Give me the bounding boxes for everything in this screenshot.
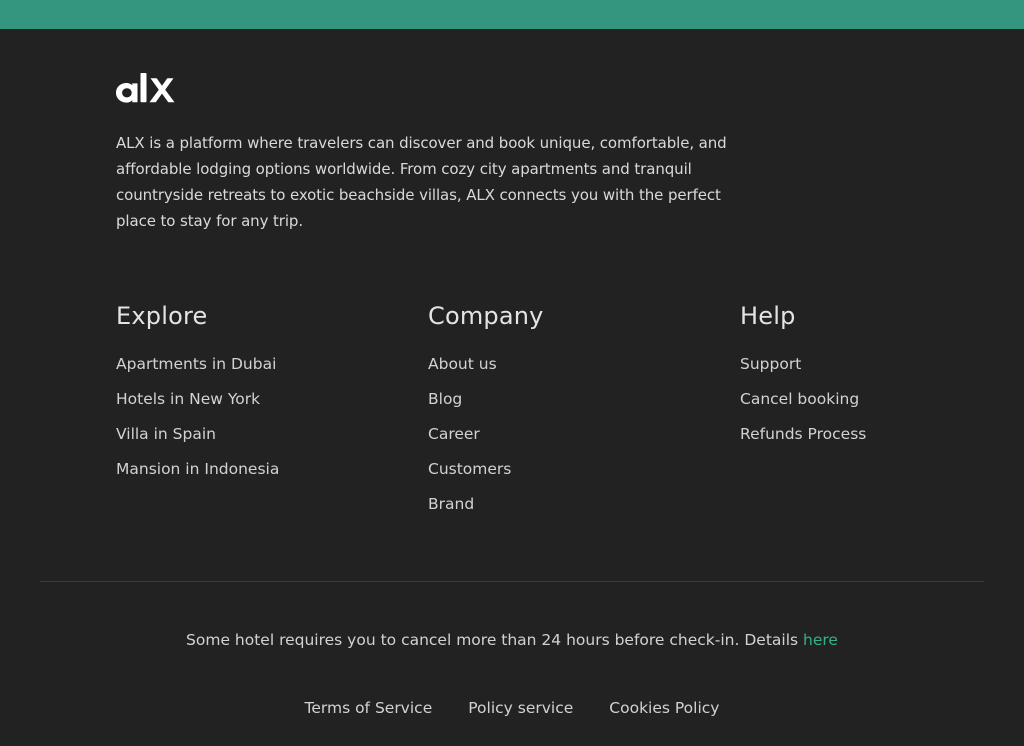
footer-divider bbox=[40, 581, 984, 582]
list-item: Career bbox=[428, 424, 544, 459]
explore-links: Apartments in Dubai Hotels in New York V… bbox=[116, 354, 279, 494]
footer-about-text: ALX is a platform where travelers can di… bbox=[116, 134, 727, 230]
link-apartments-dubai[interactable]: Apartments in Dubai bbox=[116, 355, 276, 373]
column-heading-help: Help bbox=[740, 302, 796, 330]
company-links: About us Blog Career Customers Brand bbox=[428, 354, 544, 529]
link-terms-of-service[interactable]: Terms of Service bbox=[305, 698, 433, 718]
list-item: Cancel booking bbox=[740, 389, 866, 424]
link-refunds-process[interactable]: Refunds Process bbox=[740, 425, 866, 443]
list-item: About us bbox=[428, 354, 544, 389]
link-villa-spain[interactable]: Villa in Spain bbox=[116, 425, 216, 443]
list-item: Mansion in Indonesia bbox=[116, 459, 279, 494]
footer-column-help: Help Support Cancel booking Refunds Proc… bbox=[740, 300, 866, 459]
link-cookies-policy[interactable]: Cookies Policy bbox=[609, 698, 719, 718]
list-item: Refunds Process bbox=[740, 424, 866, 459]
list-item: Hotels in New York bbox=[116, 389, 279, 424]
link-policy-service[interactable]: Policy service bbox=[468, 698, 573, 718]
link-mansion-indonesia[interactable]: Mansion in Indonesia bbox=[116, 460, 279, 478]
footer-column-company: Company About us Blog Career Customers B… bbox=[428, 300, 544, 529]
logo-letter-x bbox=[149, 78, 175, 103]
logo-letter-l bbox=[140, 73, 147, 103]
list-item: Blog bbox=[428, 389, 544, 424]
footer-column-explore: Explore Apartments in Dubai Hotels in Ne… bbox=[116, 300, 279, 494]
column-heading-company: Company bbox=[428, 302, 544, 330]
link-career[interactable]: Career bbox=[428, 425, 480, 443]
cancellation-notice: Some hotel requires you to cancel more t… bbox=[0, 630, 1024, 650]
list-item: Apartments in Dubai bbox=[116, 354, 279, 389]
link-customers[interactable]: Customers bbox=[428, 460, 511, 478]
link-hotels-new-york[interactable]: Hotels in New York bbox=[116, 390, 260, 408]
list-item: Support bbox=[740, 354, 866, 389]
list-item: Brand bbox=[428, 494, 544, 529]
link-cancel-booking[interactable]: Cancel booking bbox=[740, 390, 859, 408]
link-about-us[interactable]: About us bbox=[428, 355, 497, 373]
list-item: Customers bbox=[428, 459, 544, 494]
legal-links: Terms of Service Policy service Cookies … bbox=[0, 698, 1024, 718]
link-brand[interactable]: Brand bbox=[428, 495, 474, 513]
column-heading-explore: Explore bbox=[116, 302, 208, 330]
help-links: Support Cancel booking Refunds Process bbox=[740, 354, 866, 459]
alx-logo[interactable] bbox=[116, 73, 176, 104]
notice-text: Some hotel requires you to cancel more t… bbox=[186, 631, 804, 649]
top-accent-bar bbox=[0, 0, 1024, 29]
link-support[interactable]: Support bbox=[740, 355, 801, 373]
list-item: Villa in Spain bbox=[116, 424, 279, 459]
notice-details-link[interactable]: here bbox=[803, 631, 838, 649]
logo-letter-a bbox=[116, 83, 138, 103]
link-blog[interactable]: Blog bbox=[428, 390, 462, 408]
